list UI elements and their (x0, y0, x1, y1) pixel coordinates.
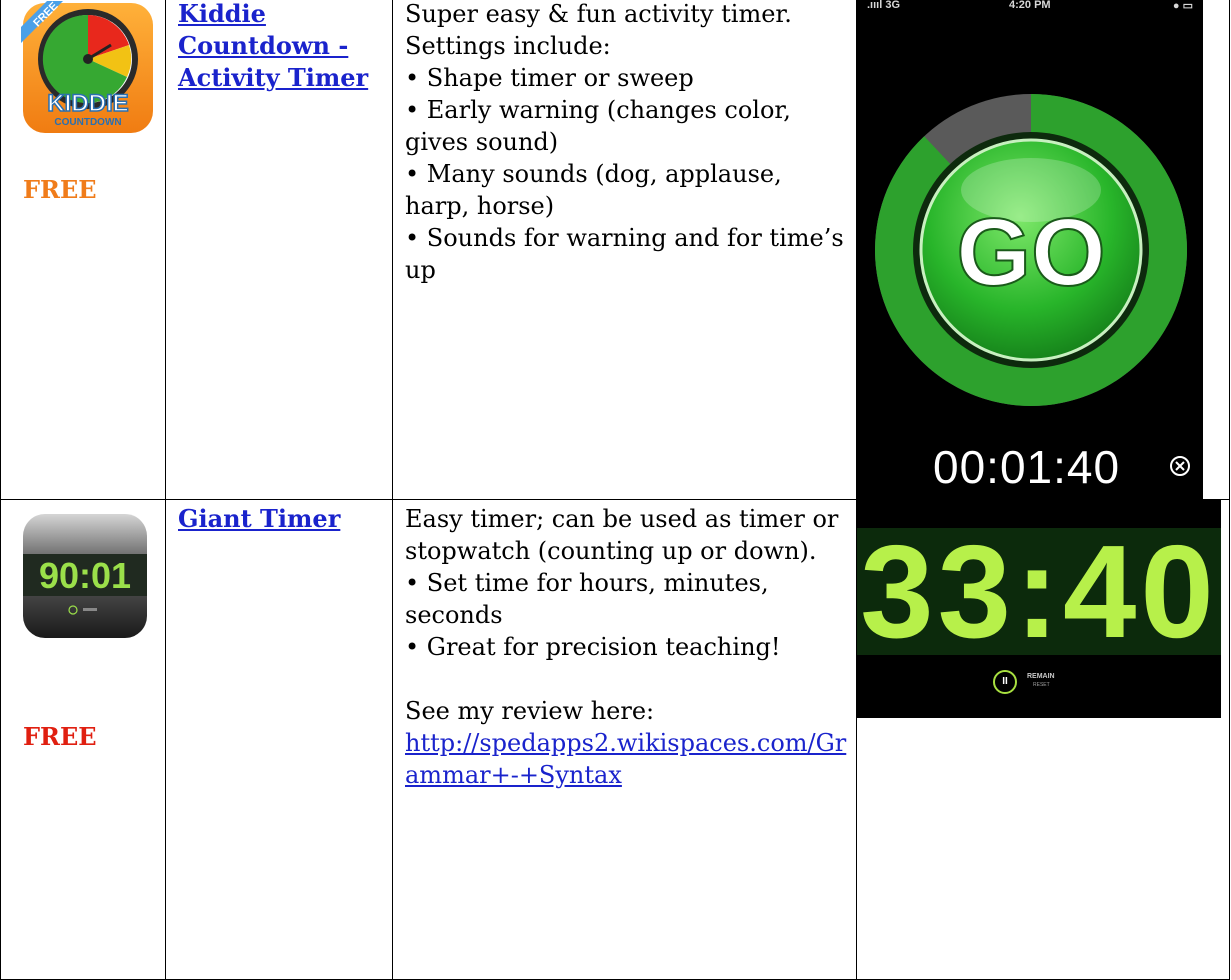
signal-text: .ıııl 3G (867, 0, 901, 11)
go-label: GO (956, 199, 1105, 306)
table-row: 90:01 FREE Giant Timer Easy timer; can b… (0, 499, 1230, 980)
price-label: FREE (23, 722, 97, 751)
description-text: Super easy & fun activity timer. Setting… (393, 0, 856, 286)
description-line: Easy timer; can be used as timer or stop… (405, 505, 839, 565)
reset-label[interactable]: RESET (1033, 682, 1050, 688)
description-text: Easy timer; can be used as timer or stop… (393, 500, 856, 791)
price-label: FREE (23, 175, 97, 204)
giant-timer-icon: 90:01 (23, 514, 147, 638)
description-cell: Easy timer; can be used as timer or stop… (392, 499, 857, 980)
screenshot-cell: 33:40 II REMAIN RESET (856, 499, 1230, 980)
kiddie-countdown-app-icon: FREE KIDDIE COUNTDOWN (1, 0, 165, 139)
description-line: Settings include: (405, 32, 611, 60)
icon-cell: 90:01 FREE (0, 499, 166, 980)
giant-timer-app-icon: 90:01 (1, 500, 165, 644)
description-cell: Super easy & fun activity timer. Setting… (392, 0, 857, 500)
svg-text:COUNTDOWN: COUNTDOWN (54, 117, 121, 128)
title-cell: Giant Timer (165, 499, 393, 980)
svg-text:90:01: 90:01 (39, 555, 131, 596)
app-title-link[interactable]: Giant Timer (166, 500, 392, 535)
review-intro: See my review here: (405, 697, 655, 725)
review-link-wrap: http://spedapps2.wikispaces.com/Grammar+… (405, 727, 850, 791)
description-line: • Many sounds (dog, applause, harp, hors… (405, 160, 782, 220)
apps-table: FREE KIDDIE COUNTDOWN FREE Kiddie Countd… (0, 0, 1230, 980)
kiddie-countdown-screenshot: .ıııl 3G 4:20 PM ● ▭ GO 00:01:40 (857, 0, 1203, 499)
status-time: 4:20 PM (1009, 0, 1051, 11)
description-line: • Set time for hours, minutes, seconds (405, 569, 769, 629)
app-title-link[interactable]: Kiddie Countdown - Activity Timer (166, 0, 392, 94)
battery-icon: ● ▭ (1172, 0, 1193, 12)
title-cell: Kiddie Countdown - Activity Timer (165, 0, 393, 500)
timer-digits: 33:40 (860, 518, 1218, 665)
review-link[interactable]: http://spedapps2.wikispaces.com/Grammar+… (405, 729, 846, 789)
icon-cell: FREE KIDDIE COUNTDOWN FREE (0, 0, 166, 500)
description-line: Super easy & fun activity timer. (405, 0, 792, 28)
table-row: FREE KIDDIE COUNTDOWN FREE Kiddie Countd… (0, 0, 1230, 500)
description-line: • Shape timer or sweep (405, 64, 694, 92)
close-icon[interactable] (1169, 455, 1191, 477)
kiddie-countdown-icon: FREE KIDDIE COUNTDOWN (17, 0, 153, 133)
description-line: • Early warning (changes color, gives so… (405, 96, 791, 156)
countdown-display: 00:01:40 (933, 441, 1121, 493)
pause-icon[interactable]: II (993, 670, 1017, 694)
giant-timer-screenshot: 33:40 II REMAIN RESET (857, 500, 1221, 718)
description-line: • Great for precision teaching! (405, 633, 781, 661)
svg-text:KIDDIE: KIDDIE (47, 90, 128, 117)
timer-dial: GO (875, 94, 1187, 407)
description-line: • Sounds for warning and for time’s up (405, 224, 844, 284)
screenshot-cell: .ıııl 3G 4:20 PM ● ▭ GO 00:01:40 (856, 0, 1230, 500)
remain-label[interactable]: REMAIN (1027, 672, 1055, 681)
